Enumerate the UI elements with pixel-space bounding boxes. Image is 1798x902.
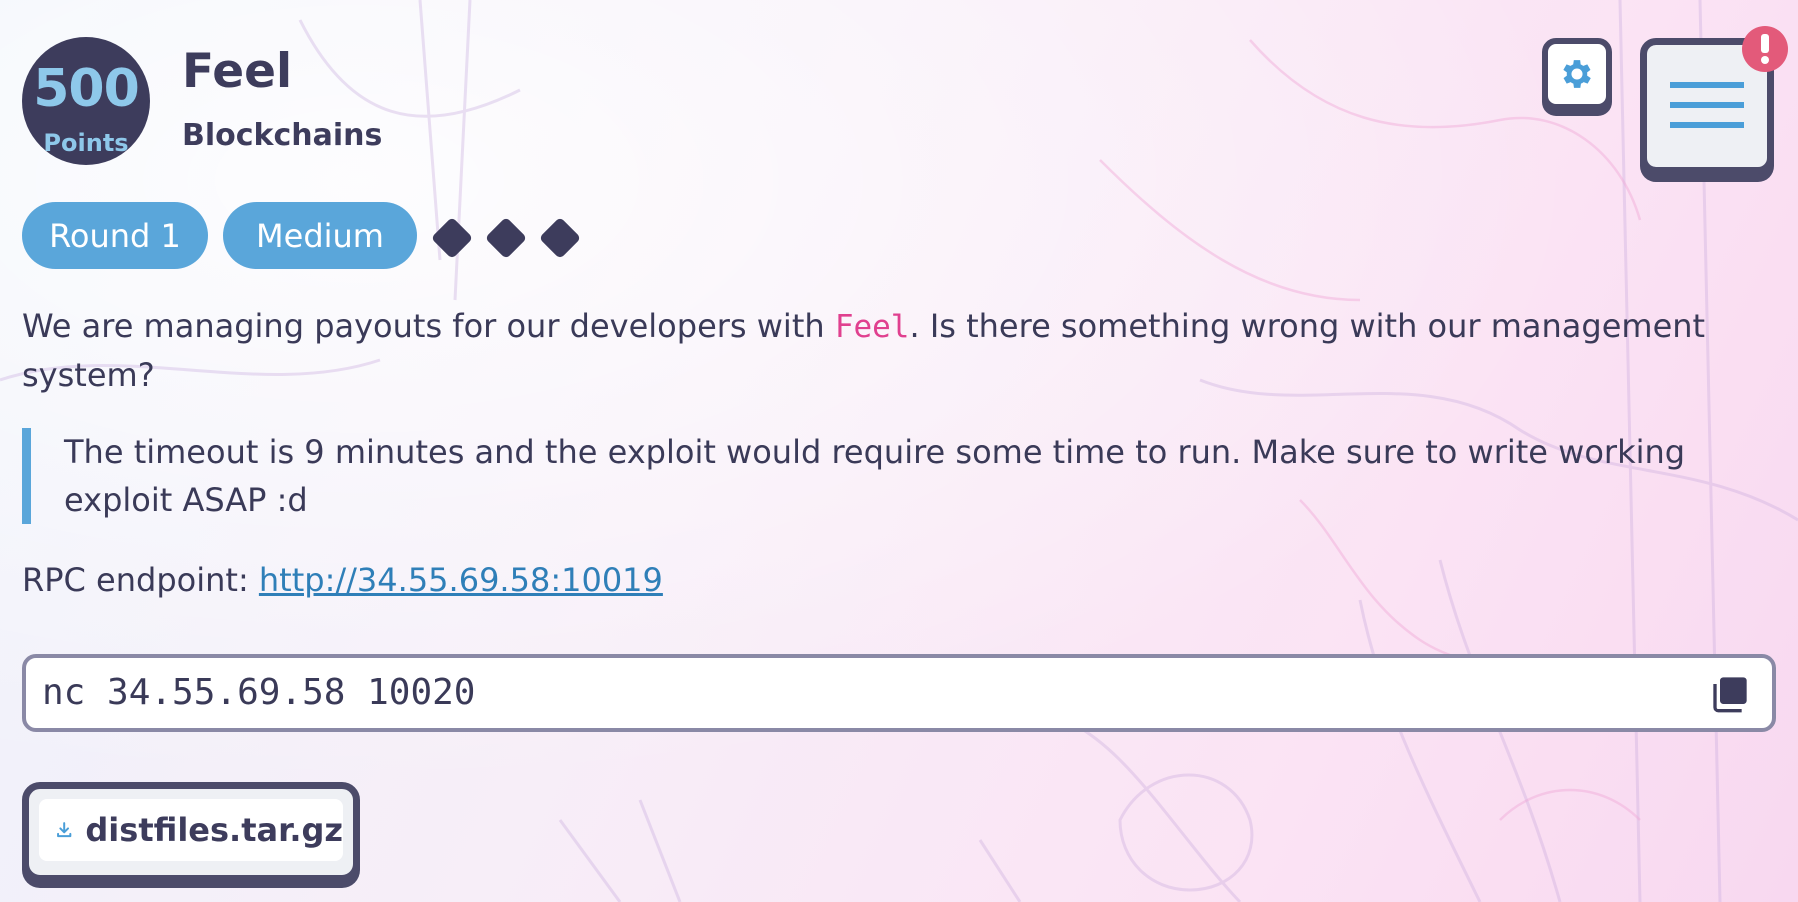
challenge-title: Feel: [182, 44, 293, 99]
tag-difficulty: Medium: [223, 202, 417, 269]
points-badge: 500 Points: [22, 37, 150, 165]
difficulty-indicator: [432, 218, 580, 258]
tag-round: Round 1: [22, 202, 208, 269]
difficulty-diamond: [540, 218, 580, 258]
download-button[interactable]: distfiles.tar.gz: [22, 782, 360, 882]
inline-code: Feel: [834, 309, 910, 345]
blockquote-bar: [22, 428, 31, 524]
download-button-face: distfiles.tar.gz: [39, 799, 343, 861]
note-blockquote: The timeout is 9 minutes and the exploit…: [22, 428, 1782, 524]
points-label: Points: [43, 129, 129, 157]
points-value: 500: [33, 59, 140, 119]
exclamation-icon: [1761, 34, 1769, 64]
rpc-label: RPC endpoint:: [22, 561, 259, 599]
difficulty-diamond: [486, 218, 526, 258]
challenge-description: We are managing payouts for our develope…: [22, 302, 1762, 399]
connection-command-box: nc 34.55.69.58 10020: [22, 654, 1776, 732]
download-icon: [57, 822, 72, 838]
settings-button[interactable]: [1542, 38, 1612, 110]
challenge-category: Blockchains: [182, 118, 383, 153]
gear-icon: [1563, 60, 1591, 88]
difficulty-diamond: [432, 218, 472, 258]
description-text: We are managing payouts for our develope…: [22, 307, 835, 345]
rpc-link[interactable]: http://34.55.69.58:10019: [259, 561, 663, 599]
alert-badge: [1742, 26, 1788, 72]
rpc-endpoint: RPC endpoint: http://34.55.69.58:10019: [22, 556, 1762, 604]
copy-icon[interactable]: [1710, 674, 1750, 714]
note-text: The timeout is 9 minutes and the exploit…: [64, 433, 1686, 519]
download-filename: distfiles.tar.gz: [85, 811, 343, 849]
menu-icon: [1670, 82, 1744, 128]
command-text: nc 34.55.69.58 10020: [42, 672, 476, 713]
